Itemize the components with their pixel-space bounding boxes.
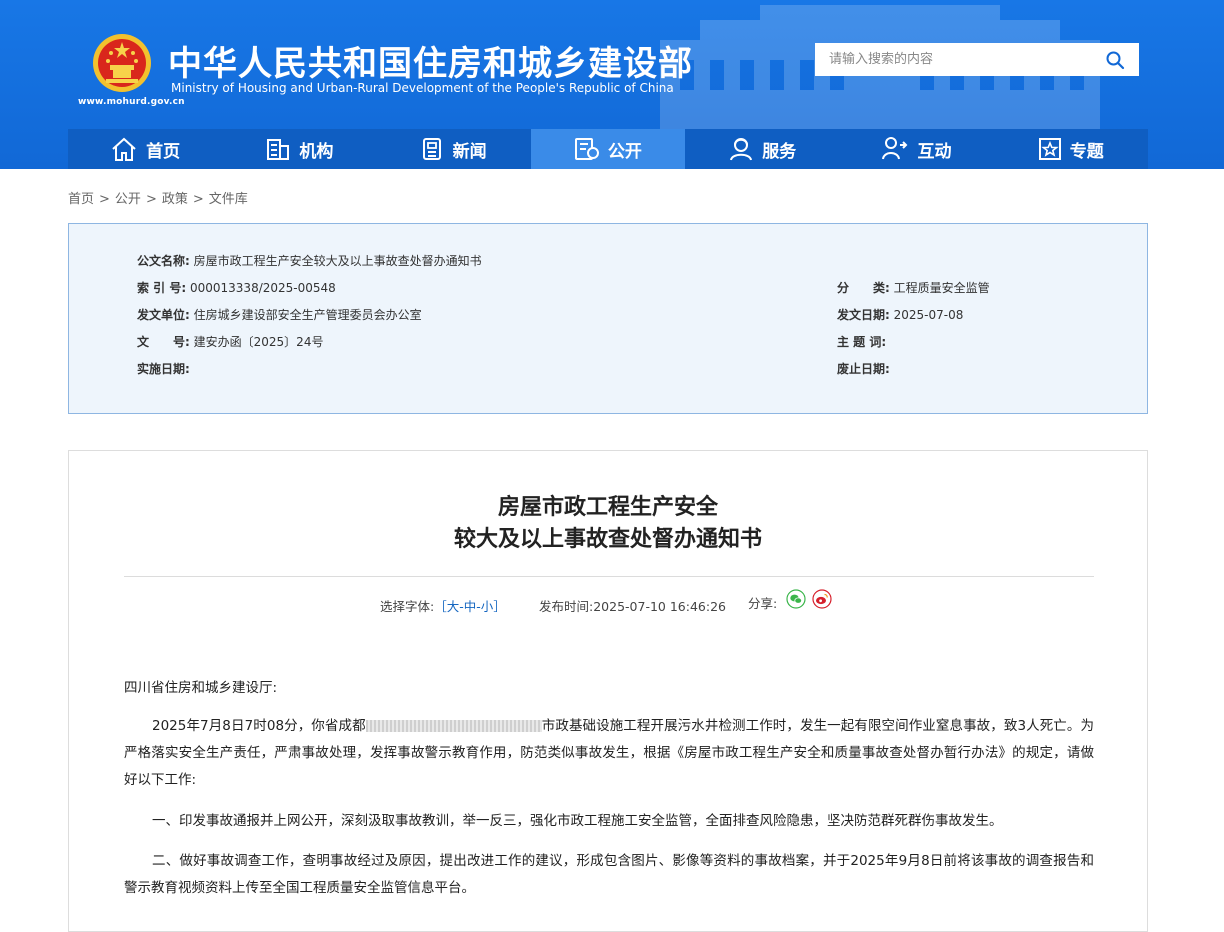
paragraph-3: 二、做好事故调查工作，查明事故经过及原因，提出改进工作的建议，形成包含图片、影像…: [124, 853, 1094, 896]
info-label: 发文单位:: [137, 308, 190, 322]
share-area: 分享:: [748, 589, 832, 612]
info-label: 公文名称:: [137, 254, 190, 268]
document-icon: [574, 138, 599, 160]
nav-item-home[interactable]: 首页: [68, 129, 222, 169]
info-row-effective-date: 实施日期:: [137, 360, 190, 377]
nav-item-public[interactable]: 公开: [530, 129, 686, 169]
font-small-link[interactable]: 小: [481, 599, 494, 614]
info-value: 000013338/2025-00548: [189, 281, 336, 295]
info-row-doc-name: 公文名称: 房屋市政工程生产安全较大及以上事故查处督办通知书: [137, 252, 482, 269]
site-header: www.mohurd.gov.cn 中华人民共和国住房和城乡建设部 Minist…: [0, 0, 1224, 169]
weibo-share-icon[interactable]: [812, 589, 832, 609]
nav-item-topics[interactable]: 专题: [994, 129, 1148, 169]
font-size-selector: 选择字体:［大-中-小］: [380, 596, 506, 615]
nav-item-label: 服务: [762, 141, 797, 162]
service-icon: [730, 138, 753, 161]
redacted-text: [365, 720, 542, 732]
info-row-category: 分 类: 工程质量安全监管: [837, 279, 990, 296]
info-value: 住房城乡建设部安全生产管理委员会办公室: [193, 308, 422, 322]
nav-item-label: 机构: [299, 141, 334, 162]
info-label: 索 引 号:: [137, 281, 187, 295]
search-icon[interactable]: [1105, 50, 1125, 70]
info-label: 发文日期:: [837, 308, 890, 322]
search-box: [815, 43, 1139, 76]
home-icon: [112, 137, 136, 161]
breadcrumb-link-home[interactable]: 首页: [68, 192, 94, 207]
font-bracket: ］: [493, 599, 506, 614]
document-info-box: 公文名称: 房屋市政工程生产安全较大及以上事故查处督办通知书 索 引 号: 00…: [68, 223, 1148, 414]
breadcrumb-link-public[interactable]: 公开: [115, 192, 141, 207]
article-panel: 房屋市政工程生产安全 较大及以上事故查处督办通知书 选择字体:［大-中-小］ 发…: [68, 450, 1148, 932]
info-value: 房屋市政工程生产安全较大及以上事故查处督办通知书: [193, 254, 482, 268]
font-medium-link[interactable]: 中: [464, 599, 477, 614]
font-bracket: ［: [434, 599, 447, 614]
info-value: 2025-07-08: [893, 308, 964, 322]
nav-item-label: 首页: [146, 141, 181, 162]
nav-item-label: 公开: [607, 141, 642, 162]
nav-item-label: 互动: [917, 141, 952, 162]
info-label: 实施日期:: [137, 362, 190, 376]
paragraph-1: 2025年7月8日7时08分，你省成都 市政基础设施工程开展污水井检测工作时，发生…: [124, 713, 1094, 794]
info-row-doc-number: 文 号: 建安办函〔2025〕24号: [137, 333, 323, 350]
font-large-link[interactable]: 大: [447, 599, 460, 614]
main-nav: 首页 机构 新闻 公开 服务 互动 专题: [68, 129, 1148, 169]
breadcrumb: 首页 > 公开 > 政策 > 文件库: [68, 192, 248, 207]
article-title-line1: 房屋市政工程生产安全: [497, 495, 718, 520]
nav-item-organization[interactable]: 机构: [222, 129, 376, 169]
wechat-share-icon[interactable]: [786, 589, 806, 609]
info-value: 建安办函〔2025〕24号: [193, 335, 324, 349]
interaction-icon: [882, 137, 908, 160]
nav-item-label: 新闻: [452, 141, 487, 162]
nav-item-label: 专题: [1069, 141, 1104, 162]
site-title: 中华人民共和国住房和城乡建设部: [168, 44, 693, 84]
font-size-label: 选择字体:: [380, 599, 435, 614]
publish-time-value: 2025-07-10 16:46:26: [593, 599, 726, 614]
info-row-issuer: 发文单位: 住房城乡建设部安全生产管理委员会办公室: [137, 306, 422, 323]
info-label: 废止日期:: [837, 362, 890, 376]
national-emblem-logo: [93, 34, 151, 92]
paragraph-2: 一、印发事故通报并上网公开，深刻汲取事故教训，举一反三，强化市政工程施工安全监管…: [152, 813, 1003, 829]
paragraph-1-part-a: 2025年7月8日7时08分，你省成都: [152, 718, 366, 734]
news-icon: [422, 138, 441, 160]
info-value: 工程质量安全监管: [893, 281, 990, 295]
publish-time-label: 发布时间:: [539, 599, 594, 614]
info-label: 文 号:: [137, 335, 190, 349]
publish-time: 发布时间:2025-07-10 16:46:26: [539, 596, 726, 615]
nav-item-interaction[interactable]: 互动: [839, 129, 993, 169]
breadcrumb-link-library[interactable]: 文件库: [209, 192, 248, 207]
info-row-expiry-date: 废止日期:: [837, 360, 890, 377]
nav-item-service[interactable]: 服务: [685, 129, 839, 169]
site-subtitle: Ministry of Housing and Urban-Rural Deve…: [171, 81, 674, 95]
info-label: 分 类:: [837, 281, 890, 295]
site-url: www.mohurd.gov.cn: [78, 97, 185, 107]
salutation: 四川省住房和城乡建设厅:: [124, 680, 278, 696]
title-divider: [124, 576, 1094, 577]
info-row-issue-date: 发文日期: 2025-07-08: [837, 306, 963, 323]
article-title-line2: 较大及以上事故查处督办通知书: [453, 527, 762, 552]
info-row-keywords: 主 题 词:: [837, 333, 886, 350]
nav-item-news[interactable]: 新闻: [377, 129, 531, 169]
share-label: 分享:: [748, 596, 778, 611]
building-icon: [267, 139, 290, 160]
search-input[interactable]: [815, 43, 1113, 76]
info-row-index: 索 引 号: 000013338/2025-00548: [137, 279, 336, 296]
star-icon: [1038, 138, 1061, 160]
breadcrumb-link-policy[interactable]: 政策: [162, 192, 188, 207]
info-label: 主 题 词:: [837, 335, 887, 349]
